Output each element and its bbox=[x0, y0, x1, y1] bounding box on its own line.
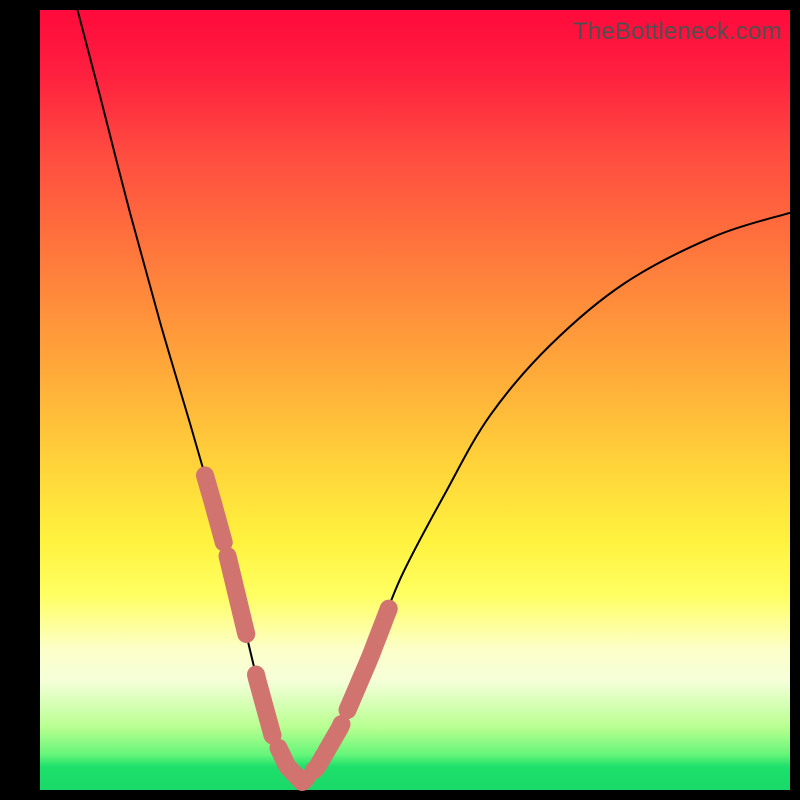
highlight-segment bbox=[256, 675, 273, 736]
highlight-segment bbox=[314, 724, 342, 770]
bottleneck-curve-line bbox=[78, 10, 791, 782]
plot-area: TheBottleneck.com bbox=[40, 10, 790, 790]
bottleneck-curve-svg bbox=[40, 10, 790, 790]
highlight-segment bbox=[279, 748, 307, 782]
highlight-segment bbox=[205, 475, 224, 542]
chart-frame: TheBottleneck.com bbox=[0, 0, 800, 800]
highlight-segments bbox=[205, 475, 389, 782]
highlight-segment bbox=[228, 556, 247, 634]
highlight-segment bbox=[348, 609, 389, 710]
